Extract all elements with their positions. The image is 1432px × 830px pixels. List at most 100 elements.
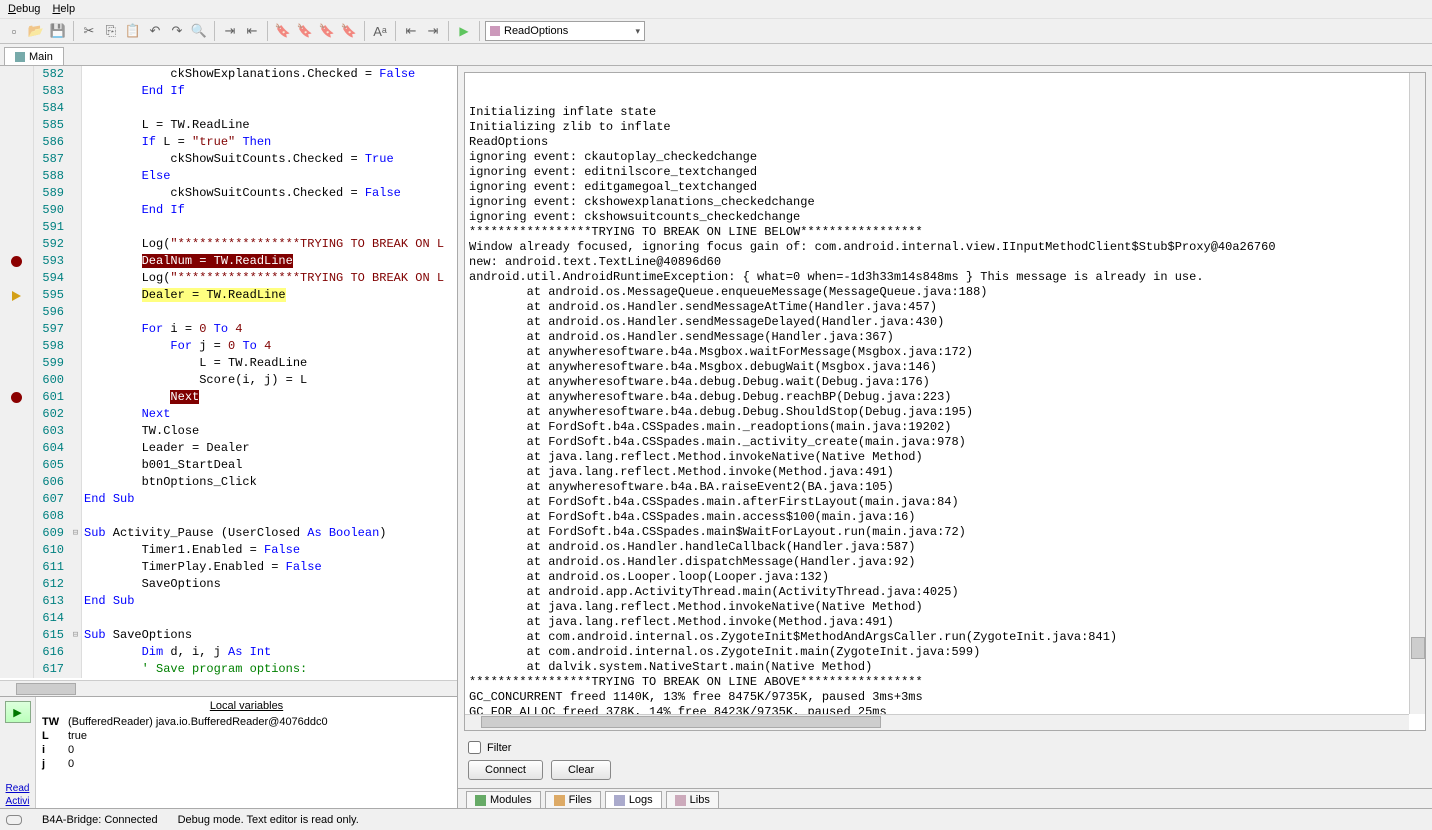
code-line[interactable]: 613End Sub [0, 593, 457, 610]
format-icon[interactable]: Aᵃ [370, 21, 390, 41]
code-line[interactable]: 615⊟Sub SaveOptions [0, 627, 457, 644]
local-var-row[interactable]: i0 [36, 743, 457, 757]
fold-gutter[interactable] [70, 253, 82, 270]
fold-gutter[interactable] [70, 321, 82, 338]
save-icon[interactable]: 💾 [48, 21, 68, 41]
clear-button[interactable]: Clear [551, 760, 611, 780]
fold-gutter[interactable] [70, 185, 82, 202]
fold-gutter[interactable] [70, 610, 82, 627]
copy-icon[interactable]: ⎘ [101, 21, 121, 41]
find-icon[interactable]: 🔍 [189, 21, 209, 41]
fold-gutter[interactable] [70, 644, 82, 661]
menu-debug[interactable]: Debug [8, 3, 40, 15]
breakpoint-gutter[interactable] [0, 83, 34, 100]
fold-gutter[interactable] [70, 304, 82, 321]
bookmark-icon[interactable]: 🔖 [339, 21, 359, 41]
fold-gutter[interactable] [70, 202, 82, 219]
log-output[interactable]: Initializing inflate stateInitializing z… [464, 72, 1426, 731]
breakpoint-gutter[interactable] [0, 542, 34, 559]
local-var-row[interactable]: Ltrue [36, 729, 457, 743]
editor-hscroll[interactable] [0, 680, 457, 696]
code-line[interactable]: 583 End If [0, 83, 457, 100]
code-line[interactable]: 584 [0, 100, 457, 117]
filter-checkbox[interactable] [468, 741, 481, 754]
breakpoint-gutter[interactable] [0, 219, 34, 236]
code-line[interactable]: 606 btnOptions_Click [0, 474, 457, 491]
breakpoint-gutter[interactable] [0, 66, 34, 83]
fold-gutter[interactable] [70, 593, 82, 610]
breakpoint-gutter[interactable] [0, 270, 34, 287]
fold-gutter[interactable] [70, 151, 82, 168]
breakpoint-gutter[interactable] [0, 185, 34, 202]
code-line[interactable]: 592 Log("*****************TRYING TO BREA… [0, 236, 457, 253]
indent-icon[interactable]: ⇥ [423, 21, 443, 41]
fold-gutter[interactable] [70, 338, 82, 355]
code-line[interactable]: 601 Next [0, 389, 457, 406]
bookmark-icon[interactable]: 🔖 [317, 21, 337, 41]
breakpoint-gutter[interactable] [0, 491, 34, 508]
fold-gutter[interactable] [70, 100, 82, 117]
breakpoint-gutter[interactable] [0, 474, 34, 491]
redo-icon[interactable]: ↷ [167, 21, 187, 41]
fold-gutter[interactable] [70, 168, 82, 185]
fold-gutter[interactable] [70, 423, 82, 440]
code-line[interactable]: 594 Log("*****************TRYING TO BREA… [0, 270, 457, 287]
bookmark-icon[interactable]: 🔖 [273, 21, 293, 41]
code-line[interactable]: 589 ckShowSuitCounts.Checked = False [0, 185, 457, 202]
code-line[interactable]: 614 [0, 610, 457, 627]
fold-gutter[interactable] [70, 219, 82, 236]
breakpoint-gutter[interactable] [0, 134, 34, 151]
breakpoint-gutter[interactable] [0, 117, 34, 134]
breakpoint-gutter[interactable] [0, 168, 34, 185]
code-line[interactable]: 605 b001_StartDeal [0, 457, 457, 474]
breakpoint-gutter[interactable] [0, 644, 34, 661]
code-line[interactable]: 582 ckShowExplanations.Checked = False [0, 66, 457, 83]
code-line[interactable]: 590 End If [0, 202, 457, 219]
open-icon[interactable]: 📂 [26, 21, 46, 41]
breakpoint-gutter[interactable] [0, 423, 34, 440]
code-line[interactable]: 617 ' Save program options: [0, 661, 457, 678]
connect-button[interactable]: Connect [468, 760, 543, 780]
code-line[interactable]: 612 SaveOptions [0, 576, 457, 593]
code-line[interactable]: 598 For j = 0 To 4 [0, 338, 457, 355]
tab-main[interactable]: Main [4, 47, 64, 65]
indent-icon[interactable]: ⇥ [220, 21, 240, 41]
breakpoint-gutter[interactable] [0, 525, 34, 542]
paste-icon[interactable]: 📋 [123, 21, 143, 41]
breakpoint-gutter[interactable] [0, 304, 34, 321]
breakpoint-gutter[interactable] [0, 406, 34, 423]
code-line[interactable]: 610 Timer1.Enabled = False [0, 542, 457, 559]
menu-help[interactable]: Help [52, 3, 75, 15]
breakpoint-gutter[interactable] [0, 661, 34, 678]
code-line[interactable]: 600 Score(i, j) = L [0, 372, 457, 389]
code-line[interactable]: 597 For i = 0 To 4 [0, 321, 457, 338]
code-line[interactable]: 593 DealNum = TW.ReadLine [0, 253, 457, 270]
breakpoint-gutter[interactable] [0, 559, 34, 576]
fold-gutter[interactable] [70, 83, 82, 100]
breakpoint-gutter[interactable] [0, 253, 34, 270]
fold-gutter[interactable] [70, 440, 82, 457]
breakpoint-gutter[interactable] [0, 627, 34, 644]
read-link[interactable]: Read [6, 782, 30, 795]
code-line[interactable]: 607End Sub [0, 491, 457, 508]
breakpoint-gutter[interactable] [0, 202, 34, 219]
sub-combo[interactable]: ReadOptions [485, 21, 645, 41]
tab-modules[interactable]: Modules [466, 791, 541, 808]
activity-link[interactable]: Activi [6, 795, 30, 808]
breakpoint-gutter[interactable] [0, 593, 34, 610]
breakpoint-gutter[interactable] [0, 287, 34, 304]
code-line[interactable]: 602 Next [0, 406, 457, 423]
local-var-row[interactable]: j0 [36, 757, 457, 771]
undo-icon[interactable]: ↶ [145, 21, 165, 41]
fold-gutter[interactable] [70, 389, 82, 406]
fold-gutter[interactable] [70, 117, 82, 134]
fold-gutter[interactable] [70, 661, 82, 678]
fold-gutter[interactable] [70, 236, 82, 253]
fold-gutter[interactable] [70, 287, 82, 304]
log-vscroll[interactable] [1409, 73, 1425, 714]
breakpoint-gutter[interactable] [0, 610, 34, 627]
outdent-icon[interactable]: ⇤ [401, 21, 421, 41]
breakpoint-gutter[interactable] [0, 355, 34, 372]
breakpoint-gutter[interactable] [0, 372, 34, 389]
breakpoint-gutter[interactable] [0, 508, 34, 525]
